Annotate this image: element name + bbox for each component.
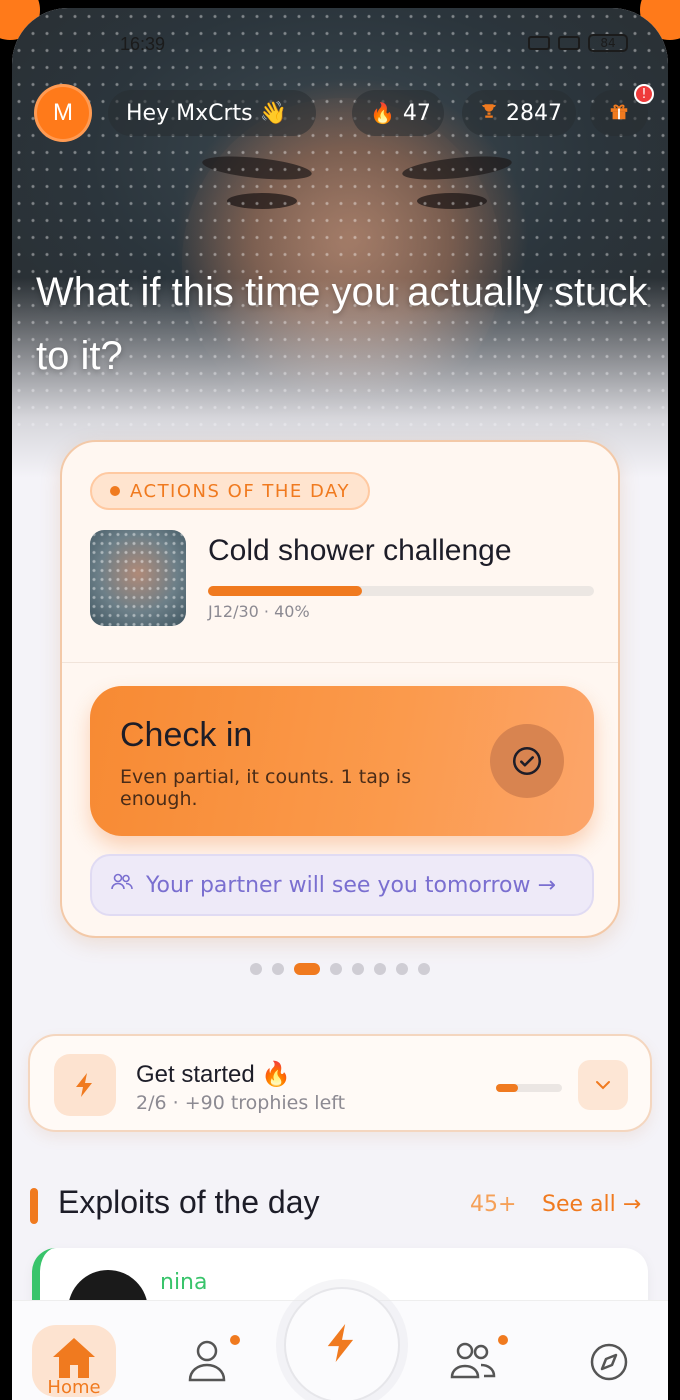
bottom-nav: Home xyxy=(12,1287,668,1400)
carousel-pagination[interactable] xyxy=(12,963,668,977)
carousel-dot[interactable] xyxy=(294,963,320,975)
action-of-the-day-card: ACTIONS OF THE DAY Cold shower challenge… xyxy=(60,440,620,938)
community-notification-dot xyxy=(498,1335,508,1345)
actions-of-the-day-tag: ACTIONS OF THE DAY xyxy=(90,472,370,510)
hero-headline: What if this time you actually stuck to … xyxy=(36,270,648,378)
nav-community[interactable] xyxy=(448,1337,498,1387)
users-icon xyxy=(110,872,134,898)
get-started-progress-fill xyxy=(496,1084,518,1092)
exploits-count: 45+ xyxy=(470,1192,517,1217)
section-accent-bar xyxy=(30,1188,38,1224)
top-bar: M Hey MxCrts 👋 🔥 47 2847 ! xyxy=(12,84,668,144)
streak-count: 47 xyxy=(402,100,431,126)
gift-notification-badge: ! xyxy=(634,84,654,104)
challenge-progress-bar xyxy=(208,586,594,596)
check-in-subtitle: Even partial, it counts. 1 tap is enough… xyxy=(120,766,412,810)
user-icon xyxy=(186,1338,228,1386)
challenge-progress-fill xyxy=(208,586,363,596)
check-in-title: Check in xyxy=(120,716,253,754)
users-icon xyxy=(450,1340,496,1384)
compass-icon xyxy=(589,1342,629,1386)
flame-icon: 🔥 xyxy=(370,101,395,125)
exploit-user-name: nina xyxy=(160,1270,208,1295)
profile-avatar[interactable]: M xyxy=(34,84,92,142)
get-started-progress-bar xyxy=(496,1084,562,1092)
get-started-subtitle: 2/6 · +90 trophies left xyxy=(136,1092,346,1114)
home-screen: 16:39 84 M Hey MxCrts 👋 🔥 47 2847 ! What… xyxy=(12,8,668,1400)
trophy-icon xyxy=(480,101,498,126)
get-started-card[interactable]: Get started 🔥 2/6 · +90 trophies left xyxy=(28,1034,652,1132)
greeting-pill: Hey MxCrts 👋 xyxy=(108,90,316,136)
check-circle-icon[interactable] xyxy=(490,724,564,798)
nav-profile[interactable] xyxy=(182,1337,232,1387)
exploits-title: Exploits of the day xyxy=(58,1184,320,1220)
challenge-progress-text: J12/30 · 40% xyxy=(208,602,310,621)
hero-image xyxy=(12,8,668,478)
gift-icon xyxy=(608,100,630,126)
carousel-dot[interactable] xyxy=(330,963,342,975)
partner-text: Your partner will see you tomorrow → xyxy=(146,872,556,898)
nav-home-label: Home xyxy=(47,1377,101,1398)
streak-pill[interactable]: 🔥 47 xyxy=(352,90,444,136)
trophy-count: 2847 xyxy=(506,100,562,126)
carousel-dot[interactable] xyxy=(396,963,408,975)
carousel-dot[interactable] xyxy=(374,963,386,975)
challenge-thumbnail xyxy=(90,530,186,626)
signal-icon xyxy=(528,36,550,50)
bolt-icon xyxy=(54,1054,116,1116)
check-in-button[interactable]: Check in Even partial, it counts. 1 tap … xyxy=(90,686,594,836)
see-all-link[interactable]: See all → xyxy=(542,1192,641,1217)
challenge-title: Cold shower challenge xyxy=(208,534,512,567)
carousel-dot[interactable] xyxy=(352,963,364,975)
nav-explore[interactable] xyxy=(584,1339,634,1389)
bolt-icon xyxy=(323,1320,361,1370)
trophy-pill[interactable]: 2847 xyxy=(462,90,576,136)
phone-frame: 16:39 84 M Hey MxCrts 👋 🔥 47 2847 ! What… xyxy=(0,0,680,1400)
status-bar: 16:39 84 xyxy=(12,34,668,58)
carousel-dot[interactable] xyxy=(250,963,262,975)
tag-dot-icon xyxy=(110,486,120,496)
wifi-icon xyxy=(558,36,580,50)
profile-notification-dot xyxy=(230,1335,240,1345)
status-time: 16:39 xyxy=(120,34,166,54)
divider xyxy=(62,662,618,663)
chevron-down-icon[interactable] xyxy=(578,1060,628,1110)
battery-icon: 84 xyxy=(588,34,628,52)
carousel-dot[interactable] xyxy=(272,963,284,975)
carousel-dot[interactable] xyxy=(418,963,430,975)
partner-link[interactable]: Your partner will see you tomorrow → xyxy=(90,854,594,916)
nav-action-button[interactable] xyxy=(284,1287,400,1400)
get-started-title: Get started 🔥 xyxy=(136,1061,292,1088)
